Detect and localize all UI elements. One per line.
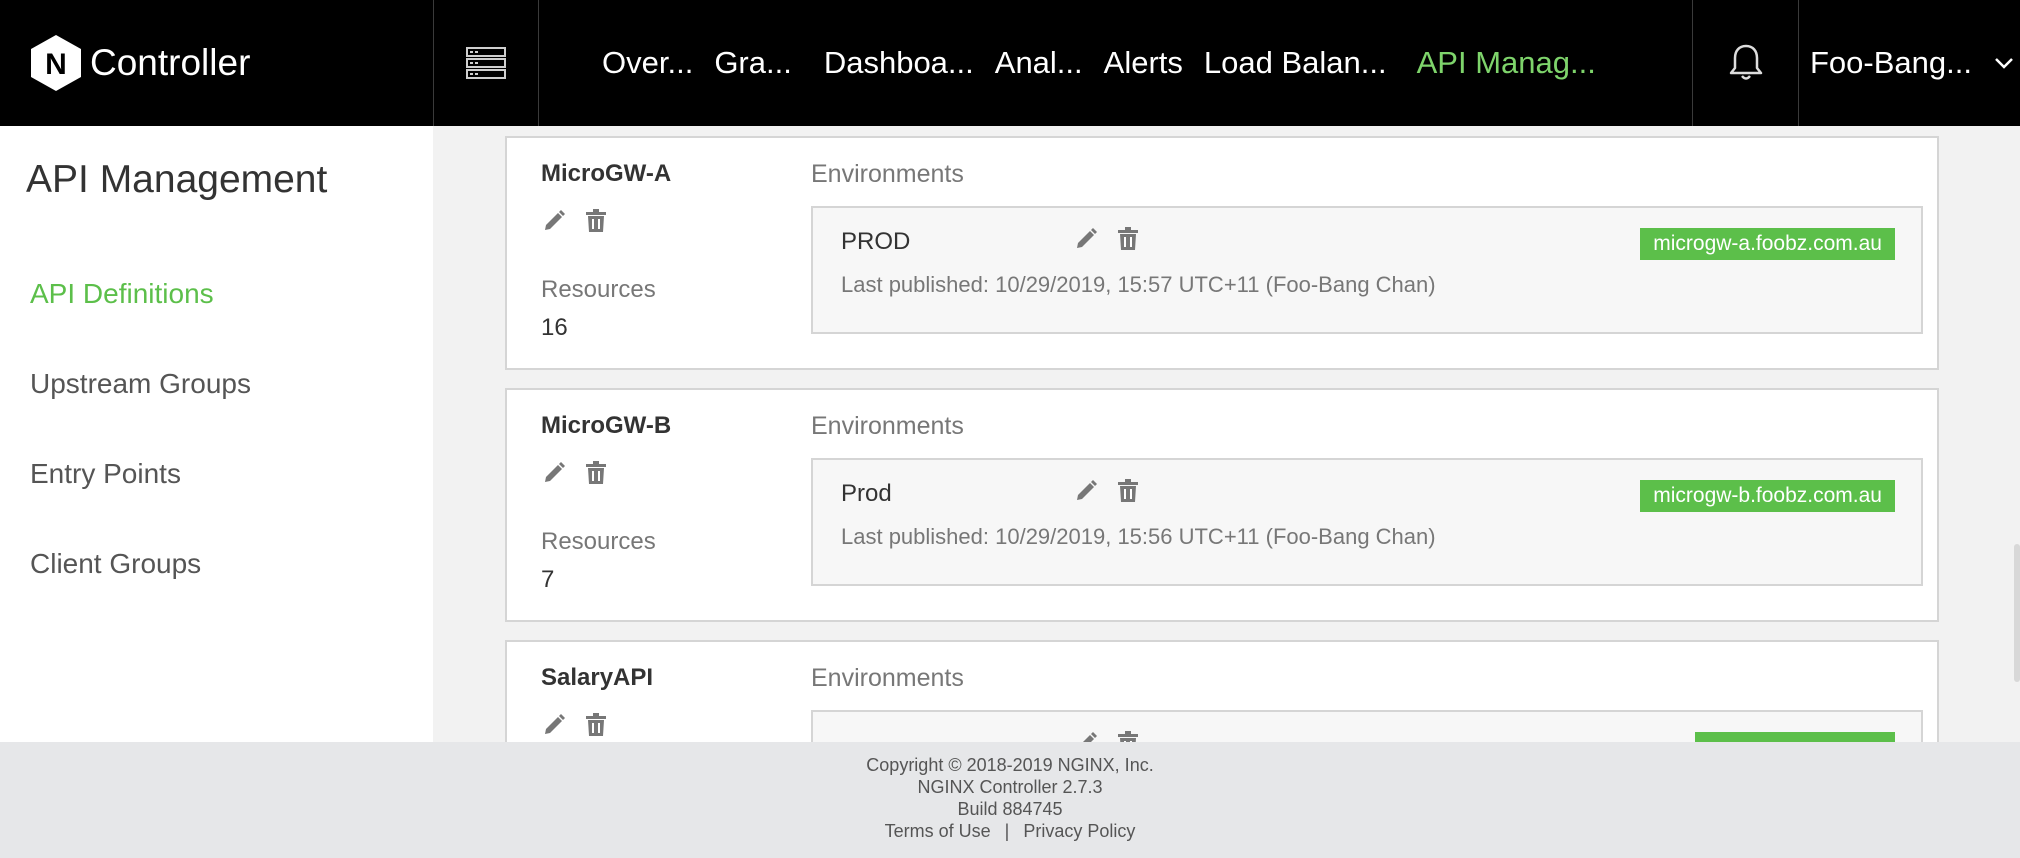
nav-dashboards[interactable]: Dashboa... <box>824 45 974 81</box>
hostname-badge[interactable] <box>1695 732 1895 742</box>
divider <box>538 0 539 126</box>
edit-pencil-icon <box>545 462 565 482</box>
delete-api-button[interactable] <box>581 710 611 740</box>
environment-card: PROD Last published: 10/29/2019, 15:57 U… <box>811 206 1923 334</box>
sidebar-item-api-definitions[interactable]: API Definitions <box>30 278 214 310</box>
nav-graphs[interactable]: Gra... <box>714 45 792 81</box>
trash-icon <box>586 209 606 232</box>
hostname-badge[interactable]: microgw-b.foobz.com.au <box>1640 480 1895 512</box>
divider <box>1692 0 1693 126</box>
hostname-badge[interactable]: microgw-a.foobz.com.au <box>1640 228 1895 260</box>
nav-alerts[interactable]: Alerts <box>1104 45 1183 81</box>
api-card: MicroGW-B Resources 7 Environments Prod … <box>505 388 1939 622</box>
trash-icon <box>586 461 606 484</box>
resources-count: 7 <box>541 566 555 593</box>
environments-label: Environments <box>811 160 964 188</box>
sidebar: API Management API Definitions Upstream … <box>0 126 433 742</box>
sidebar-title: API Management <box>26 158 328 201</box>
user-name: Foo-Bang... <box>1810 45 1972 80</box>
edit-api-button[interactable] <box>539 206 569 236</box>
environments-label: Environments <box>811 412 964 440</box>
top-bar: N Controller Over... Gra... Dashboa... A… <box>0 0 2020 126</box>
environment-name: Prod <box>841 480 892 507</box>
user-menu[interactable]: Foo-Bang... <box>1810 0 2014 126</box>
footer-links: Terms of Use | Privacy Policy <box>0 820 2020 842</box>
nav-load-balancer[interactable]: Load Balan... <box>1204 45 1387 81</box>
api-name: MicroGW-B <box>541 412 672 439</box>
resources-label: Resources <box>541 276 656 303</box>
build-text: Build 884745 <box>957 799 1063 819</box>
edit-pencil-icon <box>1077 228 1097 248</box>
footer: Copyright © 2018-2019 NGINX, Inc. NGINX … <box>0 742 2020 858</box>
svg-text:N: N <box>45 48 67 81</box>
edit-pencil-icon <box>1077 480 1097 500</box>
edit-environment-button[interactable] <box>1071 476 1101 506</box>
api-name: SalaryAPI <box>541 664 654 691</box>
nginx-logo-icon: N <box>31 35 81 91</box>
nav-api-management[interactable]: API Manag... <box>1417 45 1596 81</box>
grid-menu-icon <box>466 47 506 79</box>
edit-pencil-icon <box>1083 732 1097 742</box>
trash-icon <box>586 713 606 736</box>
resources-count: 16 <box>541 314 568 341</box>
copyright-text: Copyright © 2018-2019 NGINX, Inc. <box>866 755 1154 775</box>
delete-api-button[interactable] <box>581 458 611 488</box>
environment-card: Prod Last published: 10/29/2019, 15:56 U… <box>811 458 1923 586</box>
api-card: SalaryAPI Environments <box>505 640 1939 742</box>
api-definitions-list: MicroGW-A Resources 16 Environments PROD… <box>433 126 2020 742</box>
delete-environment-button[interactable] <box>1113 224 1143 254</box>
trash-icon <box>1118 731 1138 742</box>
scrollbar-thumb[interactable] <box>2014 544 2020 682</box>
environments-label: Environments <box>811 664 964 692</box>
nav-overview[interactable]: Over... <box>602 45 693 81</box>
sidebar-item-client-groups[interactable]: Client Groups <box>30 548 201 580</box>
last-published-text: Last published: 10/29/2019, 15:56 UTC+11… <box>841 524 1436 549</box>
edit-pencil-icon <box>545 210 565 230</box>
bell-icon <box>1729 44 1763 80</box>
delete-environment-button[interactable] <box>1113 728 1143 742</box>
sidebar-item-upstream-groups[interactable]: Upstream Groups <box>30 368 251 400</box>
terms-of-use-link[interactable]: Terms of Use <box>885 821 991 841</box>
edit-environment-button[interactable] <box>1071 728 1101 742</box>
last-published-text: Last published: 10/29/2019, 15:57 UTC+11… <box>841 272 1436 297</box>
edit-api-button[interactable] <box>539 710 569 740</box>
resources-label: Resources <box>541 528 656 555</box>
notifications-button[interactable] <box>1694 0 1798 126</box>
divider <box>1798 0 1799 126</box>
sidebar-item-entry-points[interactable]: Entry Points <box>30 458 181 490</box>
delete-environment-button[interactable] <box>1113 476 1143 506</box>
edit-environment-button[interactable] <box>1071 224 1101 254</box>
trash-icon <box>1118 479 1138 502</box>
delete-api-button[interactable] <box>581 206 611 236</box>
logo[interactable]: N Controller <box>30 33 250 93</box>
footer-separator: | <box>1004 821 1010 841</box>
api-card: MicroGW-A Resources 16 Environments PROD… <box>505 136 1939 370</box>
privacy-policy-link[interactable]: Privacy Policy <box>1023 821 1135 841</box>
edit-api-button[interactable] <box>539 458 569 488</box>
environment-name: PROD <box>841 228 911 255</box>
chevron-down-icon <box>1995 58 2013 69</box>
app-title: Controller <box>90 42 251 83</box>
trash-icon <box>1118 227 1138 250</box>
main-nav: Over... Gra... Dashboa... Anal... Alerts… <box>602 0 1617 126</box>
api-name: MicroGW-A <box>541 160 672 187</box>
grid-menu-button[interactable] <box>434 0 538 126</box>
version-text: NGINX Controller 2.7.3 <box>917 777 1103 797</box>
nav-analytics[interactable]: Anal... <box>995 45 1083 81</box>
edit-pencil-icon <box>545 714 565 734</box>
environment-card <box>811 710 1923 742</box>
